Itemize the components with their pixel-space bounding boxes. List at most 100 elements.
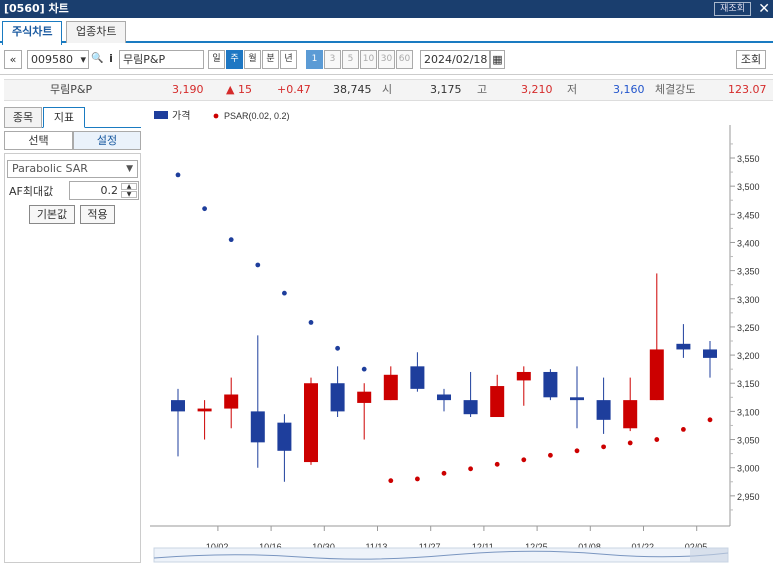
open-label: 시 bbox=[382, 83, 393, 96]
subtab-select[interactable]: 선택 bbox=[4, 131, 73, 150]
quote-name: 무림P&P bbox=[50, 83, 93, 96]
y-tick-label: 3,200 bbox=[737, 351, 760, 361]
price-chart[interactable]: 3,550 3,500 3,450 3,400 3,350 3,300 3,250 3,200… bbox=[150, 103, 773, 570]
spin-down-icon[interactable]: ▼ bbox=[121, 191, 137, 198]
candle-body bbox=[410, 366, 425, 389]
interval-30[interactable]: 30 bbox=[378, 50, 395, 69]
spin-up-icon[interactable]: ▲ bbox=[121, 183, 137, 190]
interval-3[interactable]: 3 bbox=[324, 50, 341, 69]
candle-body bbox=[197, 408, 212, 412]
candle-body bbox=[224, 394, 239, 409]
psar-point bbox=[202, 206, 207, 212]
psar-point bbox=[388, 478, 394, 484]
candle-body bbox=[570, 397, 584, 401]
y-tick-label: 3,100 bbox=[737, 407, 760, 417]
low-label: 저 bbox=[567, 83, 578, 96]
candle-body bbox=[463, 400, 478, 415]
quote-volume: 38,745 bbox=[333, 83, 372, 96]
y-tick-label: 3,000 bbox=[737, 464, 760, 474]
candle-body bbox=[437, 394, 451, 401]
high-label: 고 bbox=[477, 83, 488, 96]
candle-body bbox=[383, 374, 398, 401]
psar-point bbox=[228, 237, 234, 243]
search-icon[interactable]: 🔍 bbox=[90, 50, 105, 69]
quote-rate: +0.47 bbox=[277, 83, 311, 96]
af-input[interactable]: 0.2 ▲ ▼ bbox=[69, 181, 139, 200]
psar-point bbox=[255, 262, 261, 268]
calendar-icon[interactable]: ▦ bbox=[490, 50, 505, 69]
legend-psar-label: PSAR(0.02, 0.2) bbox=[224, 111, 290, 121]
indicator-select-value: Parabolic SAR bbox=[12, 162, 88, 175]
candle-body bbox=[516, 371, 531, 381]
psar-point bbox=[282, 290, 287, 296]
candle-body bbox=[277, 422, 292, 451]
refresh-button[interactable]: 재조회 bbox=[714, 2, 751, 16]
open-value: 3,175 bbox=[430, 83, 462, 96]
candle-body bbox=[357, 391, 372, 403]
quote-bar: 무림P&P 3,190 ▲ 15 +0.47 38,745 시 3,175 고 … bbox=[4, 79, 773, 101]
candle-body bbox=[171, 400, 185, 412]
psar-point bbox=[308, 320, 314, 325]
interval-5[interactable]: 5 bbox=[342, 50, 359, 69]
date-input[interactable]: 2024/02/18 bbox=[420, 50, 490, 69]
tab-indicator[interactable]: 지표 bbox=[43, 107, 85, 128]
period-week[interactable]: 주 bbox=[226, 50, 243, 69]
main-tabs: 주식차트 업종차트 bbox=[0, 18, 773, 45]
subtab-settings[interactable]: 설정 bbox=[73, 131, 141, 150]
query-button[interactable]: 조회 bbox=[736, 50, 766, 69]
period-day[interactable]: 일 bbox=[208, 50, 225, 69]
chevron-down-icon: ▼ bbox=[126, 164, 133, 174]
stock-name-field: 무림P&P bbox=[119, 50, 204, 69]
psar-point bbox=[494, 461, 500, 467]
interval-10[interactable]: 10 bbox=[360, 50, 377, 69]
chevron-down-icon[interactable]: ▾ bbox=[80, 51, 86, 68]
indicator-select[interactable]: Parabolic SAR ▼ bbox=[7, 160, 138, 178]
y-tick-label: 3,400 bbox=[737, 238, 760, 248]
period-month[interactable]: 월 bbox=[244, 50, 261, 69]
psar-point bbox=[574, 448, 580, 454]
default-button[interactable]: 기본값 bbox=[29, 205, 75, 224]
close-icon[interactable]: ✕ bbox=[758, 0, 770, 18]
tab-sector-chart[interactable]: 업종차트 bbox=[66, 21, 127, 43]
window-titlebar: [0560] 차트 재조회 ✕ bbox=[0, 0, 773, 18]
navigator-handle bbox=[690, 548, 728, 562]
toolbar: « 009580 ▾ 🔍 i 무림P&P 일 주 월 분 년 1 3 5 10 3… bbox=[0, 45, 773, 75]
y-tick-label: 3,500 bbox=[737, 182, 760, 192]
psar-point bbox=[175, 172, 181, 178]
stock-code-input[interactable]: 009580 ▾ bbox=[27, 50, 89, 69]
interval-60[interactable]: 60 bbox=[396, 50, 413, 69]
period-minute[interactable]: 분 bbox=[262, 50, 279, 69]
legend-price-label: 가격 bbox=[172, 109, 190, 122]
y-tick-label: 3,150 bbox=[737, 379, 760, 389]
period-year[interactable]: 년 bbox=[280, 50, 297, 69]
interval-1[interactable]: 1 bbox=[306, 50, 323, 69]
y-tick-label: 3,350 bbox=[737, 267, 760, 277]
candle-body bbox=[490, 386, 505, 418]
quote-price: 3,190 bbox=[172, 83, 204, 96]
left-tabs: 종목 지표 bbox=[4, 107, 141, 128]
af-label: AF최대값 bbox=[9, 185, 54, 198]
collapse-icon[interactable]: « bbox=[4, 50, 22, 69]
candle-body bbox=[330, 383, 345, 412]
candle-body bbox=[304, 383, 318, 463]
candle-body bbox=[676, 343, 691, 350]
tab-stock-chart[interactable]: 주식차트 bbox=[2, 21, 63, 45]
y-tick-label: 3,300 bbox=[737, 295, 760, 305]
info-icon[interactable]: i bbox=[105, 50, 117, 69]
psar-point bbox=[601, 444, 606, 450]
psar-point bbox=[521, 457, 527, 463]
apply-button[interactable]: 적용 bbox=[80, 205, 115, 224]
y-tick-label: 3,250 bbox=[737, 323, 760, 333]
candle-body bbox=[596, 400, 611, 420]
stock-code-value: 009580 bbox=[31, 53, 73, 66]
strength-label: 체결강도 bbox=[655, 83, 696, 96]
candle-body bbox=[649, 349, 664, 401]
y-tick-label: 3,050 bbox=[737, 436, 760, 446]
candle-body bbox=[250, 411, 265, 443]
af-value: 0.2 bbox=[100, 184, 119, 197]
candle-body bbox=[543, 371, 558, 398]
tab-stock[interactable]: 종목 bbox=[4, 107, 42, 128]
legend-psar-swatch bbox=[213, 113, 219, 119]
psar-point bbox=[468, 466, 473, 472]
psar-point bbox=[361, 366, 367, 372]
